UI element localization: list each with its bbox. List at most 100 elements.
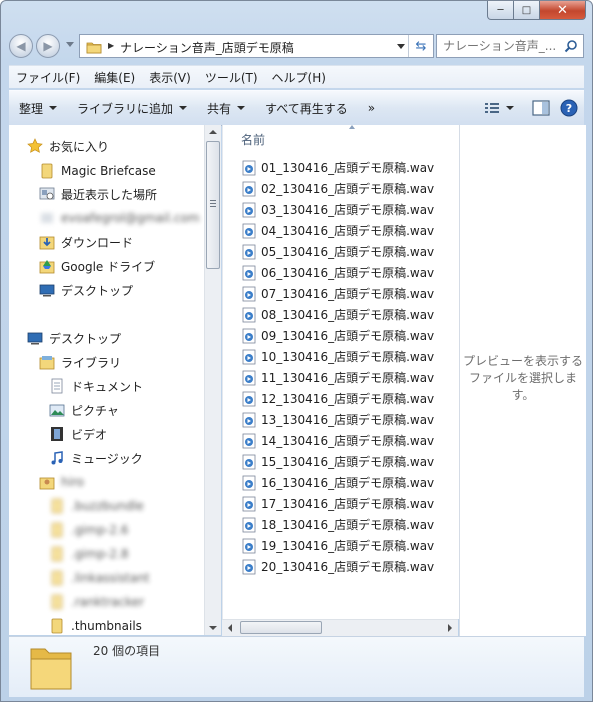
search-icon[interactable] bbox=[564, 39, 578, 53]
file-row[interactable]: 20_130416_店頭デモ原稿.wav bbox=[241, 556, 434, 577]
sidebar-item-music[interactable]: ミュージック bbox=[49, 447, 143, 469]
scroll-left-arrow-icon[interactable] bbox=[228, 624, 232, 632]
search-input[interactable] bbox=[443, 37, 561, 55]
sidebar-item-downloads[interactable]: ダウンロード bbox=[39, 231, 133, 253]
search-box[interactable] bbox=[436, 34, 584, 58]
file-row[interactable]: 12_130416_店頭デモ原稿.wav bbox=[241, 388, 434, 409]
file-row[interactable]: 16_130416_店頭デモ原稿.wav bbox=[241, 472, 434, 493]
file-row[interactable]: 09_130416_店頭デモ原稿.wav bbox=[241, 325, 434, 346]
file-row[interactable]: 05_130416_店頭デモ原稿.wav bbox=[241, 241, 434, 262]
refresh-icon: ⇆ bbox=[415, 38, 427, 54]
file-row[interactable]: 01_130416_店頭デモ原稿.wav bbox=[241, 157, 434, 178]
wav-file-icon bbox=[241, 454, 257, 470]
sidebar-item-desktop[interactable]: デスクトップ bbox=[27, 327, 121, 349]
more-commands-button[interactable]: » bbox=[358, 101, 385, 115]
play-all-button[interactable]: すべて再生する bbox=[255, 100, 358, 117]
sidebar-item-favorites[interactable]: お気に入り bbox=[27, 135, 109, 157]
file-row[interactable]: 18_130416_店頭デモ原稿.wav bbox=[241, 514, 434, 535]
menu-tools[interactable]: ツール(T) bbox=[198, 69, 265, 86]
horizontal-scrollbar[interactable] bbox=[222, 619, 458, 636]
sidebar-item-folder[interactable]: .linkassistant bbox=[49, 567, 150, 589]
address-dropdown[interactable] bbox=[397, 44, 405, 49]
file-row[interactable]: 11_130416_店頭デモ原稿.wav bbox=[241, 367, 434, 388]
file-row[interactable]: 10_130416_店頭デモ原稿.wav bbox=[241, 346, 434, 367]
chevron-down-icon bbox=[506, 106, 514, 110]
scroll-right-arrow-icon[interactable] bbox=[448, 624, 452, 632]
preview-pane: プレビューを表示するファイルを選択します。 bbox=[459, 125, 586, 636]
file-row[interactable]: 14_130416_店頭デモ原稿.wav bbox=[241, 430, 434, 451]
explorer-window: ─ □ ✕ ◀ ▶ ▶ ナレーション音声_店頭デモ原稿 ⇆ ファイル(F) 編集… bbox=[0, 0, 593, 702]
forward-arrow-icon: ▶ bbox=[43, 39, 53, 53]
add-to-library-button[interactable]: ライブラリに追加 bbox=[67, 100, 197, 117]
scroll-up-arrow-icon[interactable] bbox=[209, 130, 217, 134]
menu-file[interactable]: ファイル(F) bbox=[9, 69, 87, 86]
scroll-thumb[interactable] bbox=[240, 621, 322, 634]
sidebar-item-user[interactable]: hiro bbox=[39, 471, 84, 493]
back-arrow-icon: ◀ bbox=[16, 39, 26, 53]
sidebar-item-account[interactable]: evoafegrol@gmail.com bbox=[39, 207, 200, 229]
scroll-down-arrow-icon[interactable] bbox=[209, 626, 217, 630]
address-bar[interactable]: ▶ ナレーション音声_店頭デモ原稿 ⇆ bbox=[79, 34, 434, 58]
forward-button[interactable]: ▶ bbox=[36, 34, 60, 58]
sidebar-item-label: .linkassistant bbox=[71, 571, 150, 585]
organize-label: 整理 bbox=[19, 101, 44, 116]
file-row[interactable]: 06_130416_店頭デモ原稿.wav bbox=[241, 262, 434, 283]
wav-file-icon bbox=[241, 559, 257, 575]
sidebar-item-label: ライブラリ bbox=[61, 355, 122, 370]
menu-help[interactable]: ヘルプ(H) bbox=[265, 69, 333, 86]
file-row[interactable]: 15_130416_店頭デモ原稿.wav bbox=[241, 451, 434, 472]
menu-view[interactable]: 表示(V) bbox=[142, 69, 198, 86]
file-name: 08_130416_店頭デモ原稿.wav bbox=[261, 308, 435, 322]
sidebar-item-folder[interactable]: .gimp-2.8 bbox=[49, 543, 129, 565]
refresh-button[interactable]: ⇆ bbox=[408, 35, 433, 57]
close-button[interactable]: ✕ bbox=[540, 1, 586, 20]
sidebar-item-label: Google ドライブ bbox=[61, 259, 156, 274]
address-path[interactable]: ナレーション音声_店頭デモ原稿 bbox=[120, 39, 294, 56]
minimize-button[interactable]: ─ bbox=[487, 1, 514, 20]
preview-pane-icon[interactable] bbox=[532, 100, 550, 116]
file-row[interactable]: 04_130416_店頭デモ原稿.wav bbox=[241, 220, 434, 241]
share-button[interactable]: 共有 bbox=[197, 100, 255, 117]
scroll-thumb[interactable] bbox=[206, 141, 220, 269]
file-row[interactable]: 08_130416_店頭デモ原稿.wav bbox=[241, 304, 434, 325]
wav-file-icon bbox=[241, 244, 257, 260]
sidebar-item-label: ピクチャ bbox=[71, 403, 119, 418]
file-row[interactable]: 13_130416_店頭デモ原稿.wav bbox=[241, 409, 434, 430]
breadcrumb-arrow-icon[interactable]: ▶ bbox=[108, 41, 114, 50]
sidebar-item-folder[interactable]: .buzzbundle bbox=[49, 495, 144, 517]
sidebar-item-folder[interactable]: .gimp-2.6 bbox=[49, 519, 129, 541]
details-pane: 20 個の項目 bbox=[9, 636, 584, 697]
file-row[interactable]: 17_130416_店頭デモ原稿.wav bbox=[241, 493, 434, 514]
sidebar-item-thumbnails[interactable]: .thumbnails bbox=[49, 615, 142, 635]
change-view-button[interactable] bbox=[484, 102, 514, 114]
share-label: 共有 bbox=[207, 101, 232, 116]
sidebar-item-pictures[interactable]: ピクチャ bbox=[49, 399, 119, 421]
sidebar-item-libraries[interactable]: ライブラリ bbox=[39, 351, 121, 373]
menu-edit[interactable]: 編集(E) bbox=[87, 69, 142, 86]
wav-file-icon bbox=[241, 517, 257, 533]
column-header-name[interactable]: 名前 bbox=[241, 131, 265, 148]
sidebar-item-label: デスクトップ bbox=[49, 331, 122, 346]
wav-file-icon bbox=[241, 328, 257, 344]
navigation-scrollbar[interactable] bbox=[204, 125, 221, 635]
help-icon[interactable]: ? bbox=[560, 99, 578, 117]
organize-button[interactable]: 整理 bbox=[9, 100, 67, 117]
sidebar-item-label: .gimp-2.6 bbox=[71, 523, 129, 537]
file-row[interactable]: 07_130416_店頭デモ原稿.wav bbox=[241, 283, 434, 304]
maximize-button[interactable]: □ bbox=[514, 1, 540, 20]
sidebar-item-documents[interactable]: ドキュメント bbox=[49, 375, 143, 397]
sidebar-item-google-drive[interactable]: Google ドライブ bbox=[39, 255, 155, 277]
file-row[interactable]: 03_130416_店頭デモ原稿.wav bbox=[241, 199, 434, 220]
file-name: 07_130416_店頭デモ原稿.wav bbox=[261, 287, 435, 301]
file-row[interactable]: 02_130416_店頭デモ原稿.wav bbox=[241, 178, 434, 199]
sidebar-item-recent-places[interactable]: 最近表示した場所 bbox=[39, 183, 157, 205]
file-name: 13_130416_店頭デモ原稿.wav bbox=[261, 413, 435, 427]
sidebar-item-videos[interactable]: ビデオ bbox=[49, 423, 107, 445]
sidebar-item-magic-briefcase[interactable]: Magic Briefcase bbox=[39, 160, 156, 182]
file-row[interactable]: 19_130416_店頭デモ原稿.wav bbox=[241, 535, 434, 556]
recent-pages-dropdown[interactable] bbox=[66, 42, 74, 47]
back-button[interactable]: ◀ bbox=[9, 34, 33, 58]
wav-file-icon bbox=[241, 412, 257, 428]
sidebar-item-desktop-fav[interactable]: デスクトップ bbox=[39, 279, 133, 301]
sidebar-item-folder[interactable]: .ranktracker bbox=[49, 591, 144, 613]
